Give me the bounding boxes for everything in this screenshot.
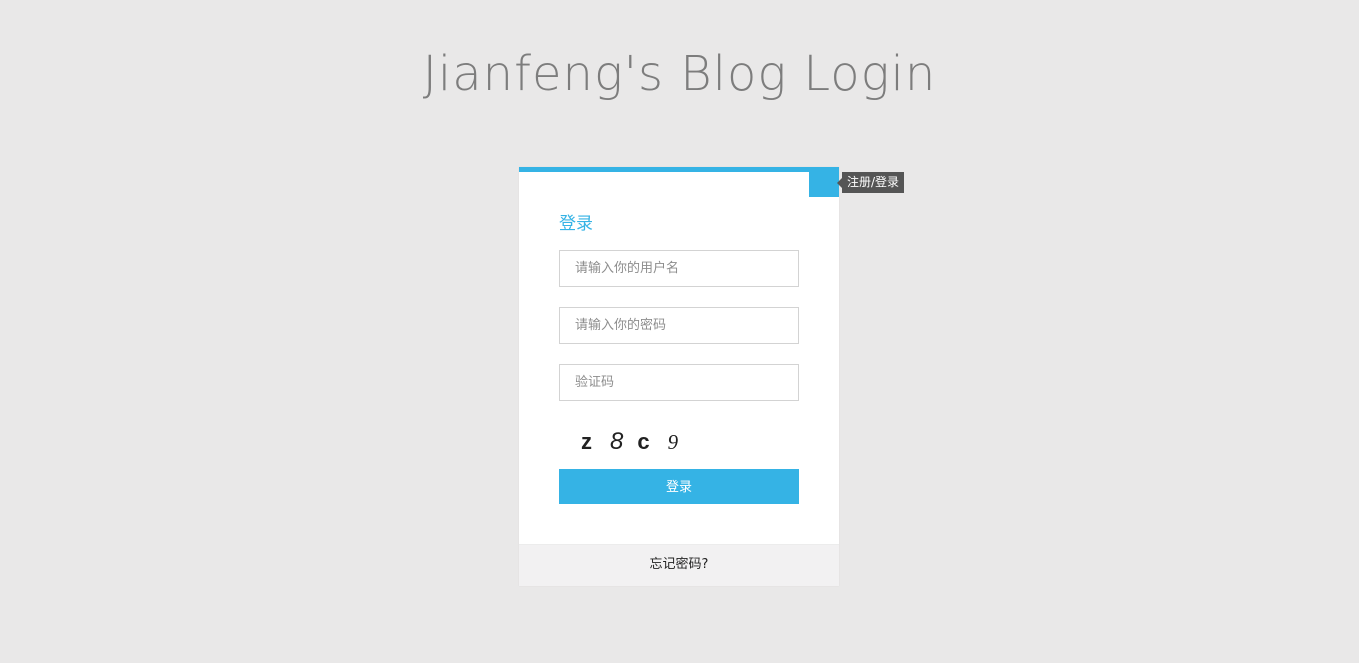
tooltip-label: 注册/登录 [847, 175, 900, 189]
form-heading: 登录 [559, 214, 593, 234]
login-card: 登录 z 8 c 9 登录 忘记密码? [519, 167, 839, 586]
captcha-image[interactable]: z 8 c 9 [581, 426, 678, 458]
forgot-password-link[interactable]: 忘记密码? [650, 557, 709, 572]
captcha-char: z [581, 429, 592, 454]
page-title: Jianfeng's Blog Login [422, 46, 937, 102]
password-input[interactable] [559, 307, 799, 344]
card-footer: 忘记密码? [519, 544, 839, 586]
toggle-tooltip: 注册/登录 [837, 172, 905, 193]
captcha-input[interactable] [559, 364, 799, 401]
login-button[interactable]: 登录 [559, 469, 799, 504]
captcha-char: c [637, 429, 650, 454]
captcha-char: 9 [667, 429, 679, 454]
register-login-toggle[interactable] [809, 172, 839, 197]
captcha-char: 8 [610, 428, 624, 455]
username-input[interactable] [559, 250, 799, 287]
tooltip-arrow [837, 178, 842, 188]
